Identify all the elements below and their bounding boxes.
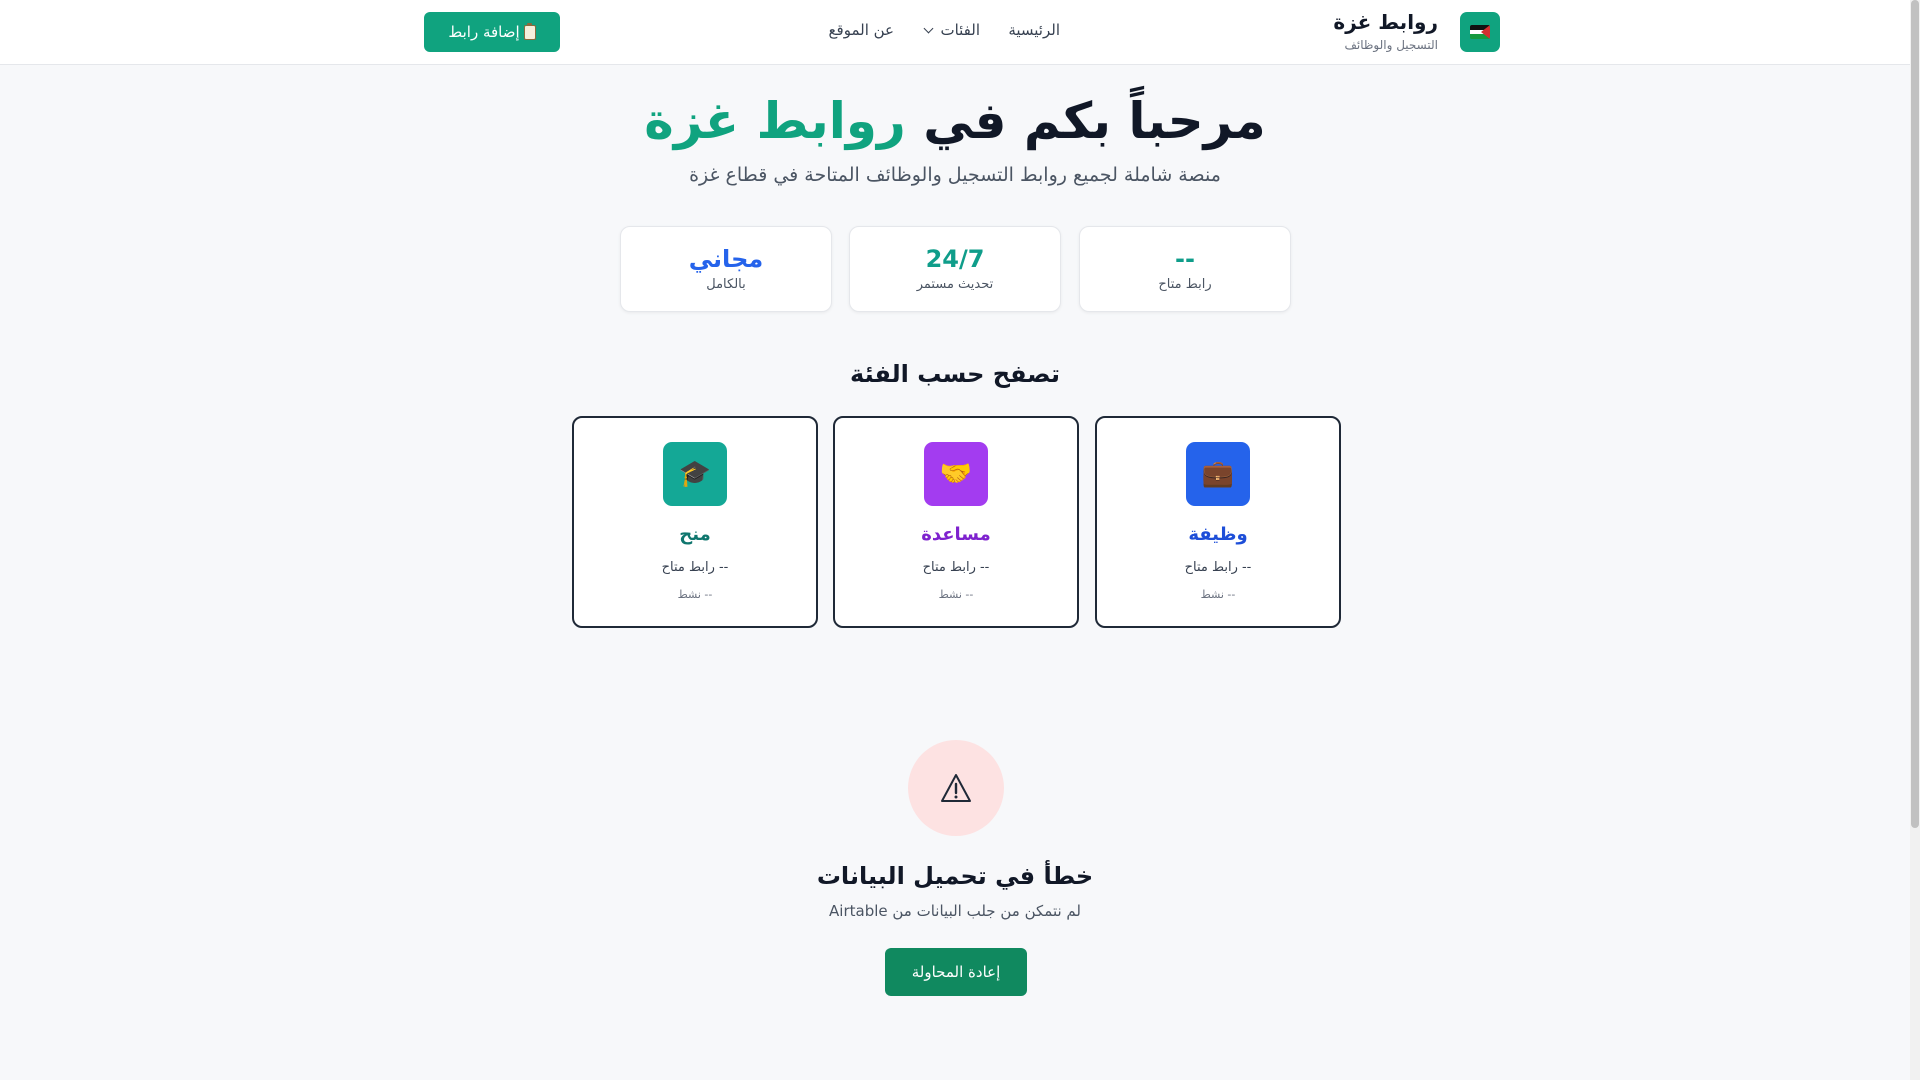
retry-button[interactable]: إعادة المحاولة [885, 948, 1027, 996]
warning-icon [941, 774, 971, 802]
clipboard-icon [523, 22, 536, 40]
nav-home-link[interactable]: الرئيسية [1008, 21, 1060, 39]
graduation-cap-icon: 🎓 [663, 442, 727, 506]
stat-value: مجاني [688, 245, 764, 273]
category-active: -- نشط [1200, 588, 1236, 601]
category-name: مساعدة [921, 524, 991, 545]
category-count: -- رابط متاح [661, 560, 729, 575]
nav-about-link[interactable]: عن الموقع [829, 21, 894, 39]
stat-label: بالكامل [706, 277, 746, 292]
category-name: وظيفة [1188, 524, 1248, 545]
stat-value: -- [1175, 245, 1195, 273]
stat-card-links: -- رابط متاح [1079, 226, 1291, 312]
hero-title-prefix: مرحباً بكم في [905, 92, 1266, 150]
category-active: -- نشط [677, 588, 713, 601]
nav-categories-dropdown[interactable]: الفئات [924, 21, 980, 39]
nav-categories-label: الفئات [940, 21, 980, 39]
section-title: تصفح حسب الفئة [850, 360, 1060, 388]
category-card-grants[interactable]: 🎓 منح -- رابط متاح -- نشط [572, 416, 818, 628]
logo[interactable] [1460, 12, 1500, 52]
chevron-down-icon [924, 23, 934, 34]
category-card-job[interactable]: 💼 وظيفة -- رابط متاح -- نشط [1095, 416, 1341, 628]
stat-card-free: مجاني بالكامل [620, 226, 832, 312]
brand-subtitle: التسجيل والوظائف [1344, 38, 1438, 52]
brand-title[interactable]: روابط غزة [1333, 10, 1438, 34]
stat-card-updates: 24/7 تحديث مستمر [849, 226, 1061, 312]
error-message: لم نتمكن من جلب البيانات من Airtable [829, 902, 1081, 920]
category-count: -- رابط متاح [922, 560, 990, 575]
stat-label: تحديث مستمر [916, 277, 994, 292]
category-card-aid[interactable]: 🤝 مساعدة -- رابط متاح -- نشط [833, 416, 1079, 628]
category-name: منح [679, 524, 711, 545]
top-navbar: روابط غزة التسجيل والوظائف الرئيسية الفئ… [0, 0, 1910, 65]
briefcase-icon: 💼 [1186, 442, 1250, 506]
stat-label: رابط متاح [1158, 277, 1212, 292]
add-link-label: إضافة رابط [448, 23, 520, 41]
add-link-button[interactable]: إضافة رابط [424, 12, 560, 52]
category-count: -- رابط متاح [1184, 560, 1252, 575]
hero-title-accent: روابط غزة [644, 92, 906, 150]
page-scrollbar[interactable] [1910, 0, 1920, 1080]
hero-subtitle: منصة شاملة لجميع روابط التسجيل والوظائف … [689, 164, 1221, 186]
scrollbar-thumb[interactable] [1911, 0, 1919, 828]
handshake-icon: 🤝 [924, 442, 988, 506]
error-badge [908, 740, 1004, 836]
error-title: خطأ في تحميل البيانات [816, 862, 1094, 890]
stat-value: 24/7 [925, 245, 985, 273]
category-active: -- نشط [938, 588, 974, 601]
hero-title: مرحباً بكم في روابط غزة [0, 92, 1910, 150]
palestine-flag-icon [1470, 25, 1490, 39]
